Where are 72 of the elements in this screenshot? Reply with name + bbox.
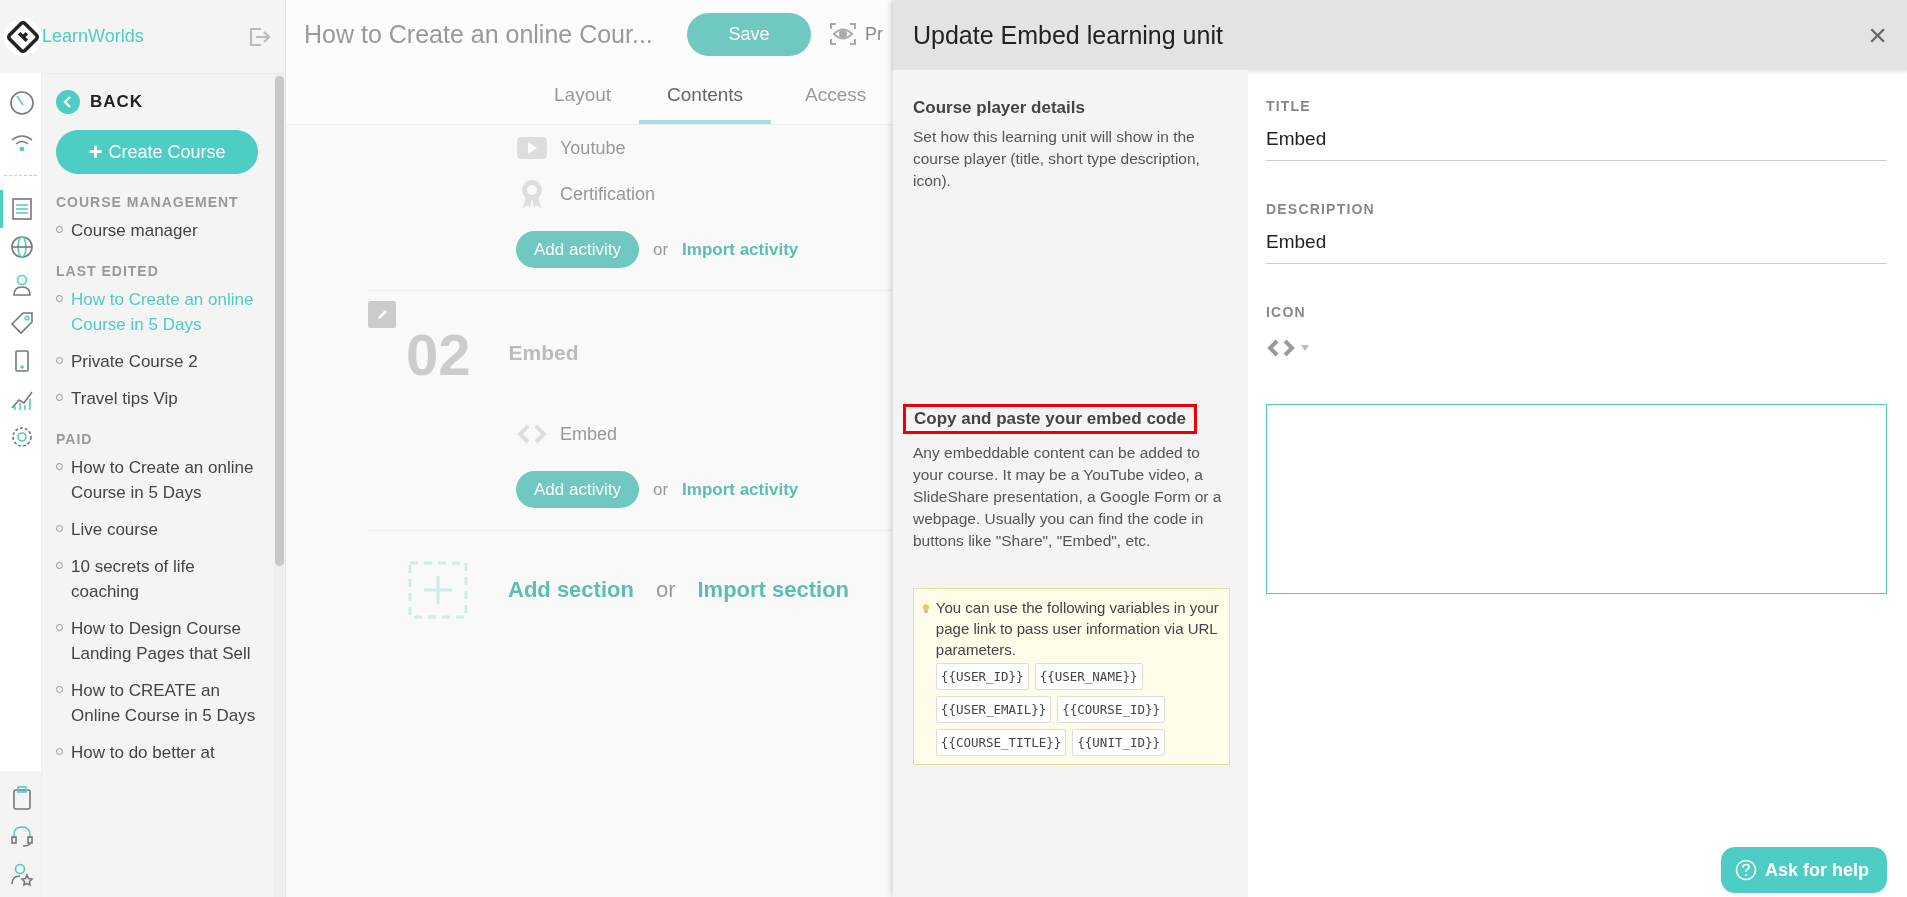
field-label: ICON <box>1266 304 1307 320</box>
tab[interactable]: Contents <box>639 84 772 124</box>
star-user-icon <box>9 861 35 887</box>
icon-picker[interactable] <box>1266 338 1310 358</box>
section-description: Any embeddable content can be added to your course. It may be a YouTube video, a SlideShare presentation, a Google Form or a webpage. Usually you can find the code in buttons like "Share", "Embed", etc. <box>913 443 1223 551</box>
add-section-link[interactable]: Add section <box>508 577 634 603</box>
add-activity-button[interactable]: Add activity <box>516 471 639 508</box>
import-activity-link[interactable]: Import activity <box>682 239 799 260</box>
course-link[interactable]: How to Design Course Landing Pages that Sell <box>71 616 262 666</box>
field-label: TITLE <box>1266 98 1312 114</box>
variable-tag: {{USER_NAME}} <box>1034 663 1143 690</box>
gauge-icon <box>9 90 35 116</box>
section-heading: Course player details <box>913 98 1086 118</box>
course-link[interactable]: How to Create an online Course in 5 Days <box>71 287 262 337</box>
tag-icon <box>9 310 35 336</box>
course-link[interactable]: Travel tips Vip <box>71 386 178 411</box>
create-course-button[interactable]: + Create Course <box>56 130 258 174</box>
close-button[interactable]: × <box>1868 19 1887 51</box>
course-title: How to Create an online Cour... <box>304 19 654 49</box>
ask-for-help-button[interactable]: Ask for help <box>1720 847 1887 893</box>
section-title: Embed <box>508 341 579 365</box>
or-label: or <box>652 479 669 500</box>
preview-link[interactable]: Pr <box>865 23 883 45</box>
gear-icon <box>9 424 35 450</box>
section-heading: PAID <box>56 431 94 447</box>
embed-code-field[interactable] <box>1266 404 1887 594</box>
panel-title: Update Embed learning unit <box>913 20 1223 50</box>
tab[interactable]: Access <box>777 84 867 124</box>
tab[interactable]: Layout <box>526 84 640 124</box>
course-link[interactable]: Live course <box>71 517 158 542</box>
activity-label[interactable]: Youtube <box>560 137 626 159</box>
section-heading: LAST EDITED <box>56 263 160 279</box>
section-description: Set how this learning unit will show in the course player (title, short type description, icon). <box>913 127 1201 191</box>
course-link[interactable]: How to Create an online Course in 5 Days <box>71 455 262 505</box>
add-activity-button[interactable]: Add activity <box>516 231 639 268</box>
brand-name: LearnWorlds <box>42 26 145 47</box>
or-label: or <box>652 239 669 260</box>
tip-text: You can use the following variables in your page link to pass user information via URL parameters. <box>935 598 1220 660</box>
help-icon <box>1734 859 1757 881</box>
logout-icon[interactable] <box>249 26 271 47</box>
or-label: or <box>655 577 676 603</box>
code-icon <box>1266 338 1296 358</box>
section-heading: Copy and paste your embed code <box>903 404 1198 434</box>
course-link[interactable]: Private Course 2 <box>71 349 198 374</box>
activity-label[interactable]: Certification <box>560 183 656 205</box>
back-link[interactable]: BACK <box>56 90 262 114</box>
course-link[interactable]: How to CREATE an Online Course in 5 Days <box>71 678 262 728</box>
back-icon <box>56 90 80 114</box>
variable-tag: {{COURSE_ID}} <box>1057 696 1166 723</box>
variable-tag: {{USER_ID}} <box>935 663 1029 690</box>
variable-tag: {{UNIT_ID}} <box>1072 729 1166 756</box>
caret-icon <box>1300 344 1310 352</box>
course-link[interactable]: 10 secrets of life coaching <box>71 554 262 604</box>
import-section-link[interactable]: Import section <box>697 577 850 603</box>
section-heading: COURSE MANAGEMENT <box>56 194 240 210</box>
field-label: DESCRIPTION <box>1266 201 1376 217</box>
text-field[interactable]: Embed <box>1266 217 1887 264</box>
variable-tag: {{COURSE_TITLE}} <box>935 729 1067 756</box>
globe-icon <box>9 234 35 260</box>
edit-button[interactable] <box>368 301 396 328</box>
preview-eye-icon[interactable] <box>829 22 857 46</box>
save-button[interactable]: Save <box>687 12 811 56</box>
course-link[interactable]: Course manager <box>71 218 198 243</box>
course-link[interactable]: How to do better at <box>71 740 215 765</box>
headset-icon <box>9 823 35 849</box>
variable-tag: {{USER_EMAIL}} <box>935 696 1052 723</box>
activity-label[interactable]: Embed <box>560 423 618 445</box>
scrollbar[interactable] <box>274 74 285 897</box>
list-icon <box>9 196 35 222</box>
pencil-icon <box>375 307 389 322</box>
text-field[interactable]: Embed <box>1266 114 1887 161</box>
import-activity-link[interactable]: Import activity <box>682 479 799 500</box>
